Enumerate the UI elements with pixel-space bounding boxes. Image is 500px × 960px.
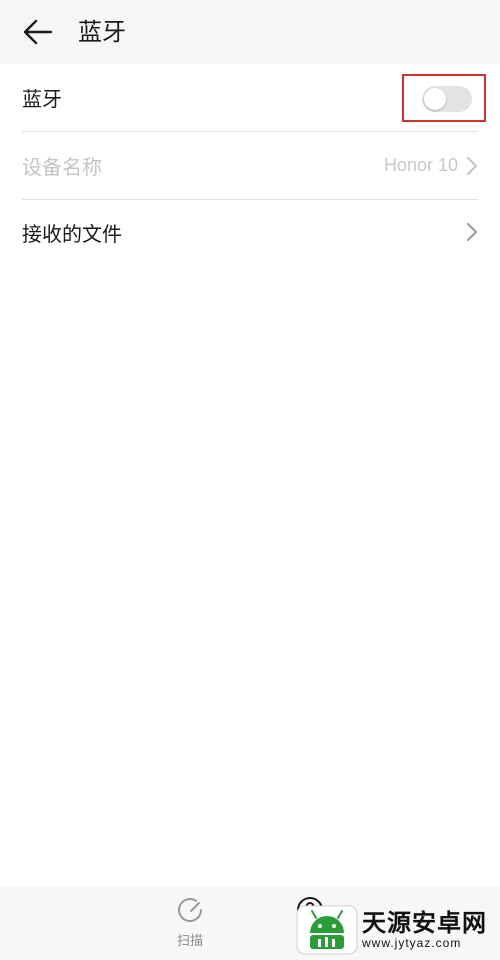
- bluetooth-label: 蓝牙: [22, 87, 62, 111]
- chevron-right-icon: [467, 156, 477, 175]
- page-title: 蓝牙: [78, 18, 126, 46]
- received-files-row[interactable]: 接收的文件: [22, 200, 478, 264]
- app-header: 蓝牙: [0, 0, 500, 64]
- scan-label: 扫描: [176, 934, 203, 949]
- bluetooth-toggle-highlight: [402, 74, 486, 122]
- chevron-right-icon: [467, 223, 477, 241]
- toggle-thumb: [424, 88, 446, 110]
- device-name-value: Honor 10: [383, 155, 458, 175]
- bluetooth-toggle[interactable]: [422, 86, 472, 112]
- scan-button[interactable]: 扫描: [162, 894, 218, 954]
- received-files-label: 接收的文件: [22, 221, 122, 246]
- refresh-icon: [178, 898, 202, 922]
- android-logo: [296, 905, 358, 955]
- watermark-title: 天源安卓网: [362, 909, 487, 937]
- device-name-row[interactable]: 设备名称 Honor 10: [22, 132, 478, 199]
- watermark-url: www.jytyaz.com: [362, 936, 462, 950]
- arrow-left-icon: [23, 19, 53, 45]
- site-watermark: 天源安卓网 www.jytyaz.com: [296, 904, 496, 956]
- device-name-label: 设备名称: [22, 155, 102, 179]
- bluetooth-settings-screen: 蓝牙 蓝牙 设备名称 Honor 10 接收的文件 扫描 天源安卓网 www.j…: [0, 0, 500, 960]
- back-button[interactable]: [18, 14, 58, 50]
